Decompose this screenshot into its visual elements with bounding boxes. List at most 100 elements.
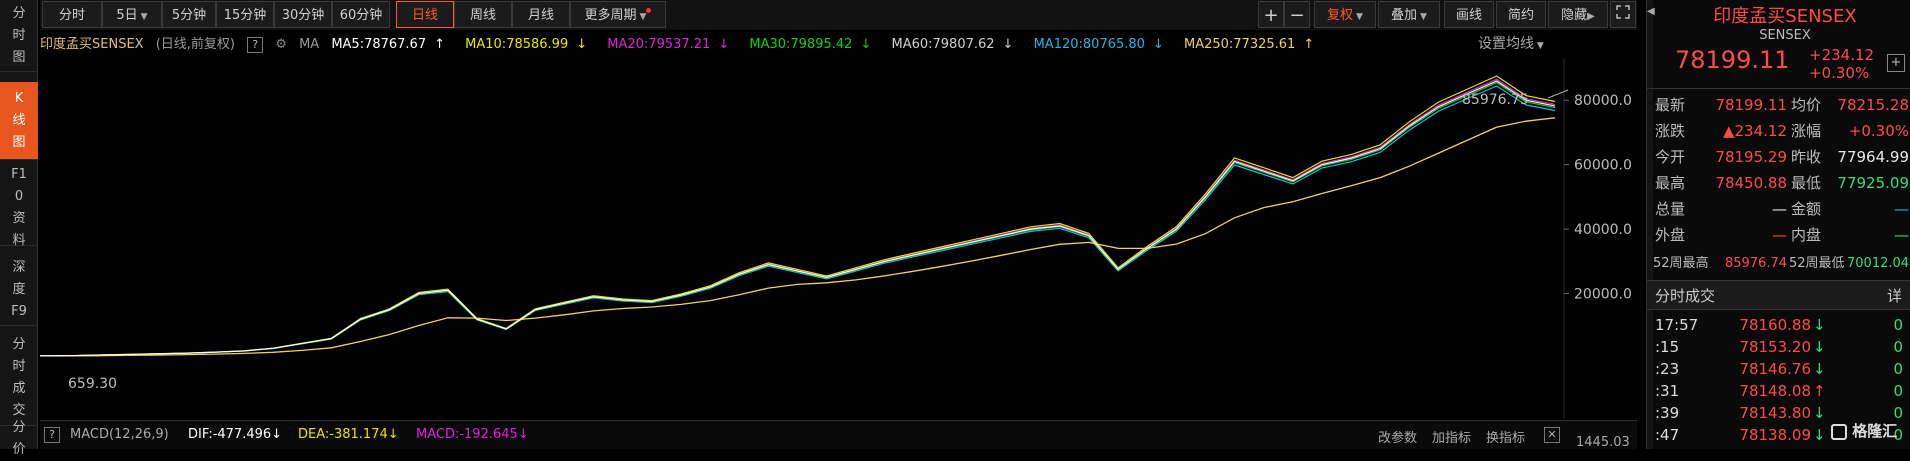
arrow-down-icon: ↓ xyxy=(1813,404,1826,422)
period-30min-button[interactable]: 30分钟 xyxy=(274,1,332,28)
period-60min-label: 60分钟 xyxy=(339,8,383,23)
quote-panel: ◀ 印度孟买SENSEX SENSEX 78199.11 +234.12 +0.… xyxy=(1646,0,1910,449)
add-watchlist-button[interactable]: + xyxy=(1887,54,1905,72)
arrow-down-icon: ↓ xyxy=(387,427,399,442)
logo-icon xyxy=(1831,423,1847,440)
ma-line xyxy=(40,78,1556,357)
period-5day-button[interactable]: 5日 ▼ xyxy=(102,1,162,28)
label-change-pct: 涨幅 xyxy=(1791,122,1822,140)
tick-price: 78148.08 xyxy=(1739,382,1811,400)
macd-value-text: MACD:-192.645 xyxy=(416,427,518,442)
tick-row: :15 78153.20 ↓ 0 xyxy=(1647,336,1910,358)
chevron-left-icon[interactable]: ◀ xyxy=(1647,6,1659,17)
arrow-down-icon: ↓ xyxy=(1002,37,1014,52)
plus-icon: + xyxy=(1890,55,1902,70)
expand-button[interactable] xyxy=(1610,1,1636,28)
period-weekly-button[interactable]: 周线 xyxy=(454,1,512,28)
label-avg-price: 均价 xyxy=(1791,96,1822,114)
simple-mode-button[interactable]: 简约 xyxy=(1496,1,1546,28)
arrow-down-icon: ↓ xyxy=(1813,426,1826,444)
adjust-rights-label: 复权 xyxy=(1327,8,1354,23)
zoom-out-button[interactable]: − xyxy=(1284,1,1310,28)
tick-volume: 0 xyxy=(1893,360,1903,378)
y-axis-ticks: 80000.0 60000.0 40000.0 20000.0 xyxy=(1564,93,1632,303)
y-tick-label: 40000.0 xyxy=(1574,222,1632,238)
macd-dif: DIF:-477.496↓ xyxy=(188,427,282,442)
nav-intraday[interactable]: 分时图 xyxy=(0,0,38,72)
period-intraday-button[interactable]: 分时 xyxy=(42,1,102,28)
quote-change: +234.12 xyxy=(1809,46,1875,64)
period-15min-label: 15分钟 xyxy=(223,8,267,23)
ma30-text: MA30:79895.42 xyxy=(749,37,853,52)
switch-indicator-button[interactable]: 换指标 xyxy=(1486,427,1525,446)
help-icon[interactable]: ? xyxy=(44,427,60,443)
tick-volume: 0 xyxy=(1893,316,1903,334)
tick-time: :15 xyxy=(1655,338,1680,356)
add-indicator-button[interactable]: 加指标 xyxy=(1432,427,1471,446)
nav-ticks-label: 分时成交 xyxy=(12,336,26,418)
arrow-down-icon: ↓ xyxy=(1813,316,1826,334)
arrow-down-icon: ↓ xyxy=(860,37,872,52)
period-30min-label: 30分钟 xyxy=(281,8,325,23)
nav-f10[interactable]: F10资料 xyxy=(0,167,38,248)
period-15min-button[interactable]: 15分钟 xyxy=(216,1,274,28)
period-daily-button[interactable]: 日线 xyxy=(396,1,454,28)
period-5min-button[interactable]: 5分钟 xyxy=(162,1,216,28)
tick-row: :23 78146.76 ↓ 0 xyxy=(1647,358,1910,380)
label-prev-close: 昨收 xyxy=(1791,148,1822,166)
kline-chart[interactable]: 80000.0 60000.0 40000.0 20000.0 659.30 8597… xyxy=(40,58,1637,418)
arrow-down-icon: ↓ xyxy=(1813,338,1826,356)
macd-dea-text: DEA:-381.174 xyxy=(298,427,388,442)
help-icon[interactable]: ? xyxy=(247,37,264,53)
zoom-in-button[interactable]: + xyxy=(1258,1,1284,28)
notification-dot xyxy=(646,8,652,13)
nav-ticks[interactable]: 分时成交 xyxy=(0,330,38,426)
tick-price: 78143.80 xyxy=(1739,404,1811,422)
price-line xyxy=(40,80,1556,357)
label-amount: 金额 xyxy=(1791,200,1822,218)
period-more-button[interactable]: 更多周期 ▼ xyxy=(570,1,666,28)
adjust-rights-button[interactable]: 复权 ▼ xyxy=(1314,1,1376,28)
hide-panel-button[interactable]: 隐藏▶ xyxy=(1548,1,1608,28)
quote-row: 总量 — 金额 — xyxy=(1647,196,1910,223)
ma5-value: MA5:78767.67 ↑ xyxy=(331,37,453,52)
ticks-detail-button[interactable]: 详 xyxy=(1887,285,1902,306)
ma-line xyxy=(40,75,1556,357)
nav-price-dist[interactable]: 分价 xyxy=(0,420,38,457)
ma-legend: 印度孟买SENSEX (日线,前复权) ? ⚙ MA MA5:78767.67 ↑… xyxy=(40,33,1330,55)
edit-params-button[interactable]: 改参数 xyxy=(1378,427,1417,446)
plus-icon: + xyxy=(1263,5,1279,26)
left-nav: 分时图 K线图 F10资料 深度F9 分时成交 分价 xyxy=(0,0,38,457)
label-inner: 内盘 xyxy=(1791,226,1822,244)
ma-settings-link[interactable]: 设置均线 ▼ xyxy=(1478,33,1544,53)
nav-kline[interactable]: K线图 xyxy=(0,82,38,160)
tick-time: :23 xyxy=(1655,360,1680,378)
tick-row: 17:57 78160.88 ↓ 0 xyxy=(1647,314,1910,336)
ma10-text: MA10:78586.99 xyxy=(465,37,569,52)
value-outer: — xyxy=(1772,226,1787,244)
macd-label: MACD(12,26,9) xyxy=(70,427,169,442)
nav-depth[interactable]: 深度F9 xyxy=(0,254,38,326)
period-weekly-label: 周线 xyxy=(469,8,496,23)
ma250-line xyxy=(40,117,1556,357)
simple-mode-label: 简约 xyxy=(1507,8,1534,23)
value-latest: 78199.11 xyxy=(1715,96,1787,114)
macd-bar: ? MACD(12,26,9) DIF:-477.496↓ DEA:-381.1… xyxy=(40,420,1637,450)
value-volume: — xyxy=(1772,200,1787,218)
arrow-down-icon: ↓ xyxy=(1152,37,1164,52)
value-inner: — xyxy=(1894,226,1909,244)
quote-row: 外盘 — 内盘 — xyxy=(1647,222,1910,249)
price-series xyxy=(40,80,1556,357)
overlay-button[interactable]: 叠加 ▼ xyxy=(1378,1,1440,28)
settings-gear-icon[interactable]: ⚙ xyxy=(275,37,287,52)
label-latest: 最新 xyxy=(1655,96,1686,114)
close-icon[interactable]: ✕ xyxy=(1544,427,1560,443)
ma-lines xyxy=(40,75,1556,357)
period-monthly-button[interactable]: 月线 xyxy=(512,1,570,28)
draw-line-button[interactable]: 画线 xyxy=(1444,1,1494,28)
quote-row: 今开 78195.29 昨收 77964.99 xyxy=(1647,144,1910,171)
watermark: 格隆汇 xyxy=(1831,420,1897,441)
quote-name: 印度孟买SENSEX xyxy=(1713,6,1857,27)
period-60min-button[interactable]: 60分钟 xyxy=(332,1,390,28)
hide-panel-label: 隐藏 xyxy=(1561,8,1588,23)
